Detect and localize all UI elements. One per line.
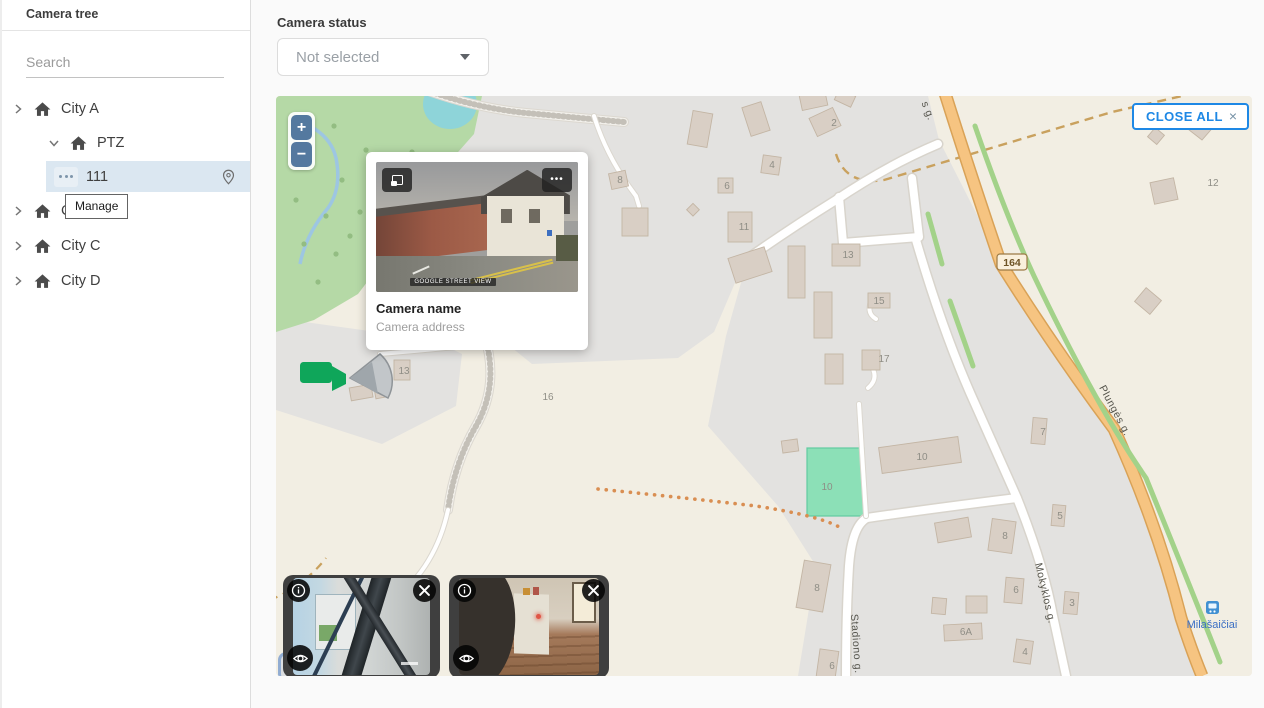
map-housenumber: 4 xyxy=(1022,647,1028,658)
tree-item-city-c[interactable]: City C xyxy=(2,229,250,263)
map-housenumber: 3 xyxy=(1069,598,1075,609)
street-view-badge: GOOGLE STREET VIEW xyxy=(410,278,495,286)
map-housenumber: 4 xyxy=(769,160,775,171)
map-housenumber: 8 xyxy=(1002,531,1008,542)
eye-icon[interactable] xyxy=(287,645,313,671)
map-housenumber: 6 xyxy=(724,181,730,192)
video-frame xyxy=(459,578,599,675)
camera-preview-thumbnail[interactable] xyxy=(449,575,609,676)
home-icon xyxy=(33,100,52,119)
home-icon xyxy=(33,202,52,221)
popup-camera-name: Camera name xyxy=(376,301,578,316)
map-housenumber: 6 xyxy=(1013,585,1019,596)
tree-item-label: City C xyxy=(61,238,100,254)
tree-item-111-selected[interactable]: 111 xyxy=(46,161,250,192)
map-canvas[interactable]: 164 Milašaičiai 2 4 6 8 11 13 15 17 13 16 12 10 10 7 5… xyxy=(276,96,1252,676)
info-icon[interactable] xyxy=(453,579,476,602)
tree-item-city-a[interactable]: City A xyxy=(2,92,250,126)
close-icon[interactable] xyxy=(582,579,605,602)
map-housenumber: 15 xyxy=(873,296,885,307)
chevron-down-icon xyxy=(460,54,470,60)
map-housenumber: 5 xyxy=(1057,511,1063,522)
zoom-in-button[interactable]: + xyxy=(291,115,312,140)
camera-status-dropdown[interactable]: Not selected xyxy=(277,38,489,76)
map-housenumber: 13 xyxy=(398,366,410,377)
tree-item-label: PTZ xyxy=(97,135,124,151)
dropdown-value: Not selected xyxy=(296,49,460,66)
map-housenumber: 13 xyxy=(842,250,854,261)
home-icon xyxy=(33,272,52,291)
road-ref-badge: 164 xyxy=(997,254,1027,270)
chevron-right-icon[interactable] xyxy=(12,240,24,252)
chevron-right-icon[interactable] xyxy=(12,205,24,217)
tree-item-label: City D xyxy=(61,273,100,289)
popup-camera-address: Camera address xyxy=(376,320,578,334)
close-icon[interactable] xyxy=(413,579,436,602)
divider xyxy=(2,30,250,31)
map-housenumber: 8 xyxy=(617,175,623,186)
map-zoom-control: + − xyxy=(288,112,315,170)
map-housenumber: 8 xyxy=(814,583,820,594)
close-all-label: CLOSE ALL xyxy=(1146,109,1223,124)
map-housenumber: 10 xyxy=(821,482,833,493)
tree-item-city-d[interactable]: City D xyxy=(2,264,250,298)
map-housenumber: 11 xyxy=(739,222,750,233)
map-housenumber: 12 xyxy=(1207,178,1219,189)
map-housenumber: 7 xyxy=(1040,427,1046,438)
camera-preview-thumbnail[interactable] xyxy=(283,575,440,676)
map-housenumber: 6 xyxy=(829,661,835,672)
more-options-icon[interactable] xyxy=(54,167,78,187)
tree-item-label: City A xyxy=(61,101,99,117)
popout-icon[interactable] xyxy=(382,168,412,192)
camera-status-label: Camera status xyxy=(277,15,367,30)
map-housenumber: 2 xyxy=(831,118,837,129)
map-housenumber: 10 xyxy=(916,452,928,463)
camera-tree-panel: Camera tree City A PTZ 111 City B Manage… xyxy=(0,0,251,708)
close-all-button[interactable]: CLOSE ALL × xyxy=(1132,103,1249,130)
chevron-right-icon[interactable] xyxy=(12,103,24,115)
map-housenumber: 17 xyxy=(878,354,890,365)
more-options-icon[interactable]: ••• xyxy=(542,168,572,192)
home-icon xyxy=(33,237,52,256)
map-housenumber: 16 xyxy=(542,392,554,403)
eye-icon[interactable] xyxy=(453,645,479,671)
search-input[interactable] xyxy=(26,50,224,78)
manage-tooltip: Manage xyxy=(65,194,128,219)
place-label: Milašaičiai xyxy=(1187,619,1238,631)
chevron-down-icon[interactable] xyxy=(48,137,60,149)
map-housenumber: 6A xyxy=(960,627,973,638)
tree-item-ptz[interactable]: PTZ xyxy=(2,126,250,160)
video-frame xyxy=(293,578,430,675)
location-pin-icon[interactable] xyxy=(220,167,237,186)
panel-title: Camera tree xyxy=(26,7,98,21)
home-icon xyxy=(69,134,88,153)
info-icon[interactable] xyxy=(287,579,310,602)
close-icon: × xyxy=(1229,108,1237,124)
street-view-photo: GOOGLE STREET VIEW ••• xyxy=(376,162,578,292)
svg-text:164: 164 xyxy=(1003,257,1021,269)
zoom-out-button[interactable]: − xyxy=(291,142,312,167)
chevron-right-icon[interactable] xyxy=(12,275,24,287)
tree-item-label: 111 xyxy=(86,169,108,185)
bus-stop-icon xyxy=(1206,601,1219,614)
camera-popup[interactable]: GOOGLE STREET VIEW ••• Camera name Camer… xyxy=(366,152,588,350)
